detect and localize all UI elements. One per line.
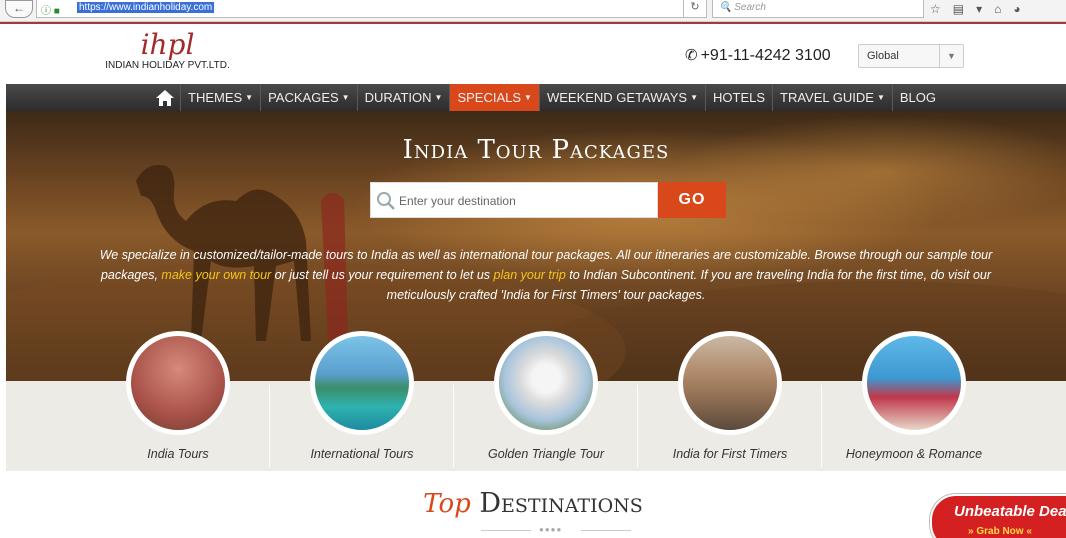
nav-item-blog[interactable]: BLOG — [891, 84, 943, 111]
category-golden-triangle-tour[interactable]: Golden Triangle Tour — [454, 331, 638, 471]
divider-line — [481, 530, 531, 531]
browser-toolbar-icons[interactable]: ☆▤▾⌂◕ — [930, 2, 1066, 18]
go-button[interactable]: GO — [658, 182, 726, 218]
category-label: International Tours — [310, 447, 414, 461]
nav-item-label: HOTELS — [713, 90, 766, 105]
nav-item-label: PACKAGES — [268, 90, 339, 105]
logo-mark: ihpl — [140, 28, 195, 61]
nav-item-duration[interactable]: DURATION ▼ — [356, 84, 450, 111]
phone-text: +91-11-4242 3100 — [700, 47, 831, 64]
category-india-tours[interactable]: India Tours — [86, 331, 270, 471]
taj-mahal-image — [494, 331, 598, 435]
divider-line — [581, 530, 631, 531]
back-button[interactable]: ← — [5, 0, 33, 18]
section-divider: ●●●● — [481, 525, 631, 534]
caret-down-icon: ▼ — [341, 93, 350, 102]
phone-number[interactable]: ✆ +91-11-4242 3100 — [685, 46, 831, 65]
nav-item-weekend-getaways[interactable]: WEEKEND GETAWAYS ▼ — [538, 84, 705, 111]
category-label: India for First Timers — [672, 447, 788, 461]
nav-item-label: BLOG — [899, 90, 936, 105]
secure-lock-icon: ⓘ ■ — [41, 6, 60, 17]
caret-down-icon: ▼ — [434, 93, 443, 102]
browser-toolbar: ← ⓘ ■ https://www.indianholiday.com ▾ ↻ … — [0, 0, 1066, 22]
address-bar[interactable]: ⓘ ■ https://www.indianholiday.com ▾ — [36, 0, 702, 18]
search-icon — [377, 192, 395, 210]
category-label: Golden Triangle Tour — [487, 447, 605, 461]
nav-item-label: SPECIALS — [457, 90, 522, 105]
category-strip: India Tours International Tours Golden T… — [6, 331, 1066, 471]
nav-item-packages[interactable]: PACKAGES ▼ — [260, 84, 356, 111]
browser-search-input[interactable]: 🔍 Search — [712, 0, 924, 18]
hero-description: We specialize in customized/tailor-made … — [86, 245, 1006, 305]
traveler-city-image — [678, 331, 782, 435]
nav-item-specials[interactable]: SPECIALS ▼ — [449, 84, 539, 111]
caret-down-icon: ▼ — [876, 93, 885, 102]
nav-item-travel-guide[interactable]: TRAVEL GUIDE ▼ — [772, 84, 892, 111]
region-select[interactable]: Global ▼ — [858, 44, 964, 68]
plan-your-trip-link[interactable]: plan your trip — [494, 268, 566, 282]
category-label: Honeymoon & Romance — [845, 447, 983, 461]
caret-down-icon: ▼ — [524, 93, 532, 102]
nav-item-label: WEEKEND GETAWAYS — [546, 90, 688, 105]
home-icon[interactable] — [154, 88, 176, 108]
deal-subtitle: » Grab Now « — [968, 526, 1032, 537]
category-india-for-first-timers[interactable]: India for First Timers — [638, 331, 822, 471]
main-navigation: THEMES ▼ PACKAGES ▼ DURATION ▼ SPECIALS ▼ WEEKEN… — [6, 84, 1066, 111]
top-destinations-heading: Top Destinations — [0, 488, 1066, 519]
nav-item-label: THEMES — [188, 90, 243, 105]
url-text: https://www.indianholiday.com — [77, 2, 215, 13]
unbeatable-deal-badge[interactable]: Unbeatable Dea » Grab Now « — [930, 494, 1066, 538]
caret-down-icon: ▼ — [690, 93, 698, 102]
chevron-down-icon: ▼ — [939, 45, 963, 67]
logo-company-name: INDIAN HOLIDAY PVT.LTD. — [105, 60, 230, 71]
site-logo[interactable]: ihpl INDIAN HOLIDAY PVT.LTD. — [85, 30, 250, 80]
category-international-tours[interactable]: International Tours — [270, 331, 454, 471]
island-boat-image — [310, 331, 414, 435]
top-destinations-title: Destinations — [479, 488, 643, 519]
phone-icon: ✆ — [685, 47, 698, 64]
region-value: Global — [867, 50, 899, 62]
category-honeymoon-romance[interactable]: Honeymoon & Romance — [822, 331, 1006, 471]
make-your-own-tour-link[interactable]: make your own tour — [161, 268, 271, 282]
browser-search-placeholder: 🔍 Search — [719, 2, 766, 13]
couple-image — [862, 331, 966, 435]
nav-menu: THEMES ▼ PACKAGES ▼ DURATION ▼ SPECIALS ▼ WEEKEN… — [180, 84, 943, 111]
destination-search-box — [370, 182, 658, 218]
nav-item-label: TRAVEL GUIDE — [780, 90, 874, 105]
caret-down-icon: ▼ — [245, 93, 254, 102]
nav-item-themes[interactable]: THEMES ▼ — [180, 84, 260, 111]
nav-item-label: DURATION — [364, 90, 432, 105]
browser-search-text: Search — [734, 2, 766, 13]
category-label: India Tours — [147, 447, 209, 461]
nav-item-hotels[interactable]: HOTELS — [705, 84, 772, 111]
hero-title: India Tour Packages — [402, 135, 670, 165]
deal-title: Unbeatable Dea — [954, 503, 1066, 520]
top-destinations-prefix: Top — [423, 489, 471, 519]
hawa-mahal-image — [126, 331, 230, 435]
destination-search-input[interactable] — [399, 191, 649, 211]
hero-text-part: or just tell us your requirement to let … — [271, 268, 494, 282]
divider-dots: ●●●● — [539, 525, 563, 534]
reload-button[interactable]: ↻ — [683, 0, 707, 18]
